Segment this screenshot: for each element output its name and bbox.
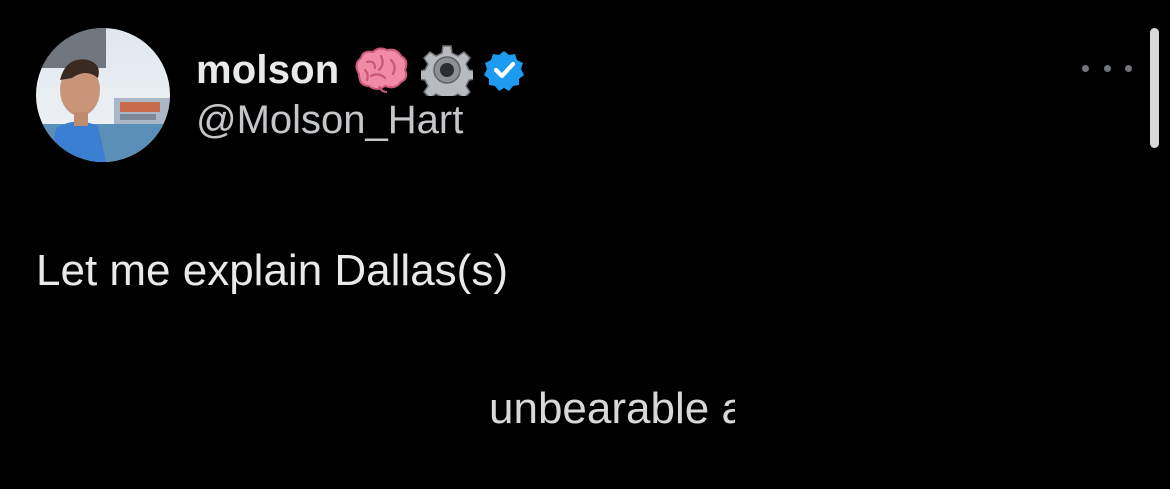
media-text-visible: unbearable [489,384,710,433]
dot [1082,64,1089,72]
author-handle[interactable]: @Molson_Hart [196,98,463,143]
scrollbar[interactable] [1150,28,1159,148]
profile-photo [36,28,170,162]
tweet-text: Let me explain Dallas(s) [36,246,508,295]
more-options-icon[interactable] [1082,58,1132,78]
author-row[interactable]: molson [196,42,525,98]
verified-badge-icon[interactable] [483,49,525,91]
brain-emoji-icon [351,46,409,94]
media-preview-text[interactable]: unbearable a [489,384,735,434]
avatar[interactable] [36,28,170,162]
display-name[interactable]: molson [196,48,339,93]
media-text-cut: a [721,384,736,433]
dot [1125,64,1132,72]
gear-emoji-icon [421,44,474,96]
dot [1103,64,1111,72]
